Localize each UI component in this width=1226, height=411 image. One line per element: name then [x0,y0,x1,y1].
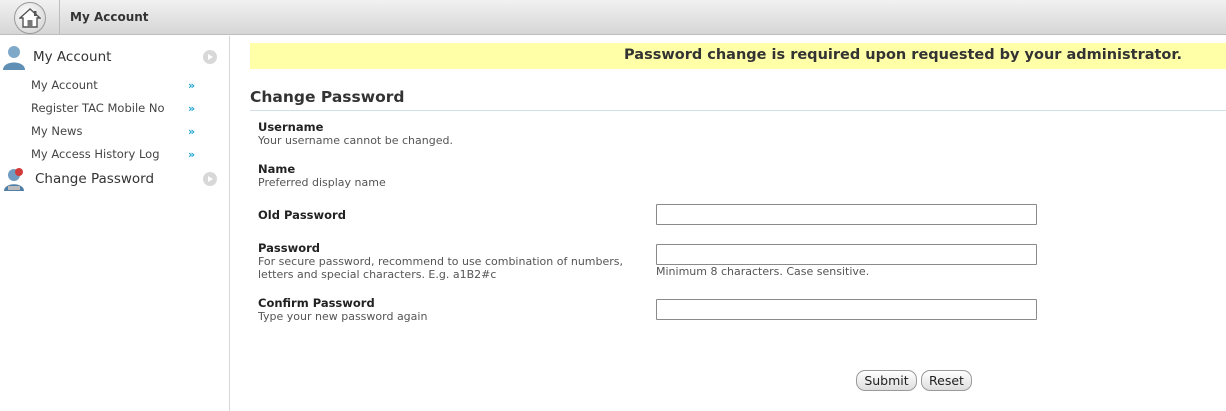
password-desc-line1: For secure password, recommend to use co… [258,255,624,268]
old-password-input[interactable] [656,204,1037,225]
confirm-password-input[interactable] [656,299,1037,320]
username-desc: Your username cannot be changed. [258,134,453,147]
chevron-right-icon: » [188,125,196,138]
confirm-password-label: Confirm Password [258,296,375,310]
chevron-right-icon [203,172,217,186]
notice-text: Password change is required upon request… [624,47,1182,63]
password-change-icon [2,167,26,197]
sidebar-item-label: My Access History Log [31,147,160,161]
sidebar-group-my-account[interactable]: My Account [0,45,230,71]
password-input[interactable] [656,244,1037,265]
sidebar-item-label: My Account [31,78,98,92]
chevron-right-icon: » [188,102,196,115]
form-title: Change Password [250,88,405,106]
sidebar-item-label: My News [31,124,83,138]
confirm-password-desc: Type your new password again [258,310,428,323]
sidebar-group-label: My Account [33,49,112,65]
home-button[interactable] [0,0,60,35]
username-label: Username [258,120,324,134]
name-desc: Preferred display name [258,176,386,189]
sidebar-group-change-password[interactable]: Change Password [0,167,230,193]
chevron-right-icon: » [188,79,196,92]
sidebar: My Account My Account » Register TAC Mob… [0,36,230,411]
chevron-right-icon [203,50,217,64]
password-desc-line2: letters and special characters. E.g. a1B… [258,268,497,281]
top-bar: My Account [0,0,1226,35]
divider [250,110,1226,111]
home-icon [13,1,46,34]
sidebar-item-access-history[interactable]: My Access History Log » [31,147,201,165]
sidebar-item-label: Register TAC Mobile No [31,101,165,115]
submit-button[interactable]: Submit [856,370,917,391]
sidebar-group-label: Change Password [35,171,155,187]
reset-button[interactable]: Reset [921,370,972,391]
sidebar-item-my-news[interactable]: My News » [31,124,201,142]
chevron-right-icon: » [188,148,196,161]
old-password-label: Old Password [258,208,346,222]
password-label: Password [258,241,320,255]
user-icon [2,45,26,75]
sidebar-item-my-account[interactable]: My Account » [31,78,201,96]
name-label: Name [258,162,296,176]
page-title: My Account [70,10,149,24]
notice-banner: Password change is required upon request… [250,43,1226,69]
sidebar-item-register-tac[interactable]: Register TAC Mobile No » [31,101,201,119]
password-hint: Minimum 8 characters. Case sensitive. [656,265,870,278]
